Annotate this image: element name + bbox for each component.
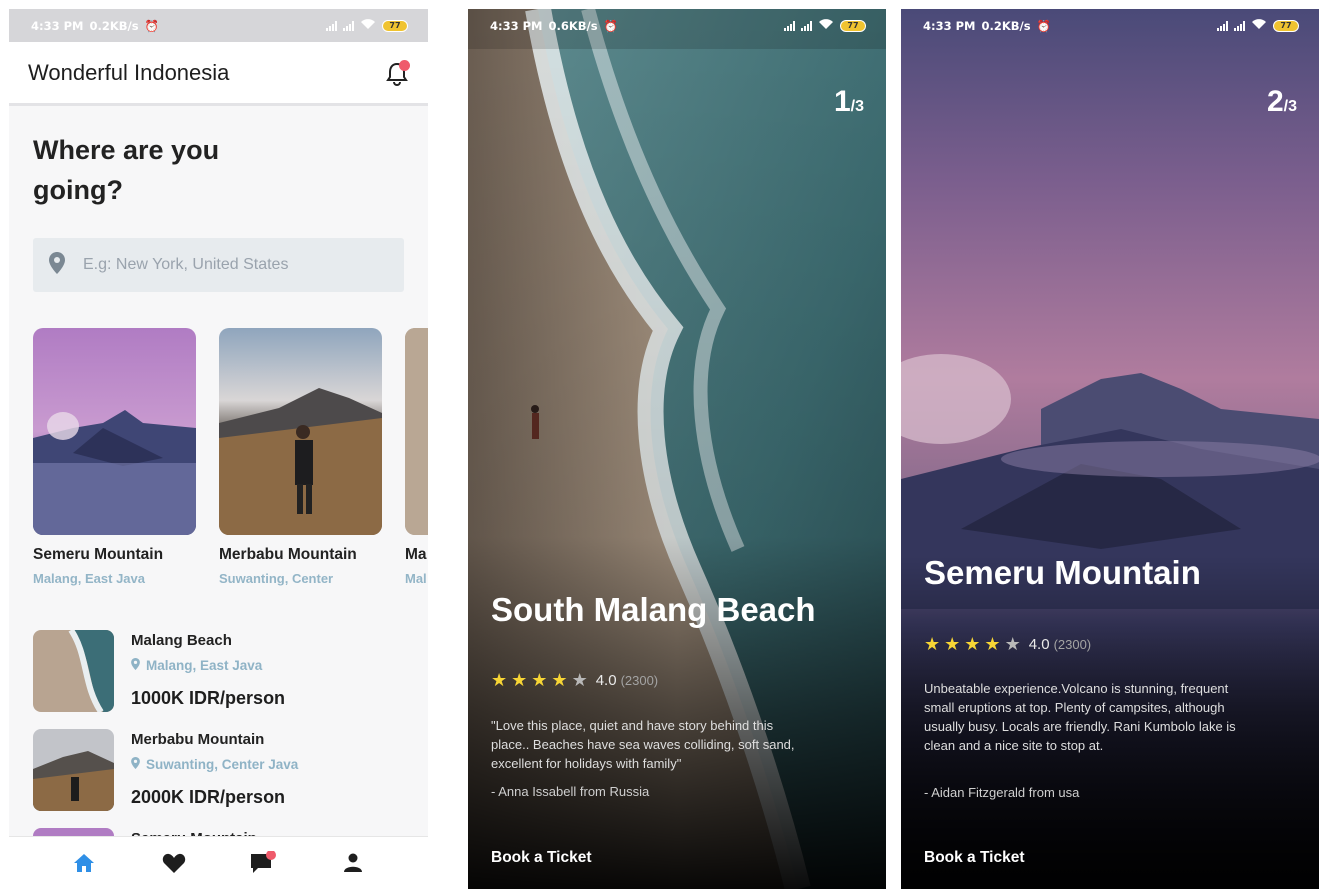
list-item[interactable]: Malang Beach Malang, East Java 1000K IDR…	[33, 630, 413, 729]
card-title: Merbabu Mountain	[219, 546, 357, 563]
destination-card[interactable]: Merbabu Mountain Suwanting, Center	[219, 328, 382, 586]
rating-count: (2300)	[1053, 636, 1092, 652]
page-headline: Where are you going?	[33, 135, 220, 205]
app-title: Wonderful Indonesia	[28, 59, 230, 85]
wifi-icon	[818, 18, 834, 33]
notification-bell-icon[interactable]	[386, 59, 410, 86]
card-location: Suwanting, Center	[219, 571, 334, 586]
card-title: Ma	[405, 546, 427, 563]
star-icon: ★	[571, 670, 588, 690]
star-icon: ★	[531, 670, 548, 690]
notification-dot	[399, 59, 410, 71]
battery-icon: 77	[840, 19, 866, 32]
list-item-price: 1000K IDR/person	[131, 688, 286, 708]
signal-icon	[326, 20, 337, 31]
status-speed: 0.6KB/s	[548, 18, 598, 33]
location-pin-icon	[131, 757, 140, 772]
page-indicator: 1/3	[834, 85, 864, 119]
home-icon[interactable]	[69, 848, 99, 878]
signal-icon-2	[801, 20, 812, 31]
status-speed: 0.2KB/s	[981, 18, 1031, 33]
list-item-title: Malang Beach	[131, 632, 232, 649]
star-icon: ★	[491, 670, 508, 690]
destination-card[interactable]: Ma Mal	[405, 328, 428, 586]
alarm-icon: ⏰	[144, 18, 159, 33]
search-input[interactable]	[83, 256, 383, 274]
status-time: 4:33 PM	[490, 18, 543, 33]
review-author: - Anna Issabell from Russia	[491, 784, 650, 799]
card-location: Malang, East Java	[33, 571, 145, 586]
destination-title: South Malang Beach	[491, 591, 816, 628]
status-bar: 4:33 PM 0.2KB/s ⏰ 77	[9, 9, 428, 42]
status-time: 4:33 PM	[31, 18, 84, 33]
page-current: 1	[833, 85, 851, 118]
detail-screen-beach: 4:33 PM 0.6KB/s ⏰ 77 1/3 South Malang Be…	[468, 9, 886, 889]
wifi-icon	[1251, 18, 1267, 33]
heart-icon[interactable]	[159, 848, 189, 878]
card-image-merbabu	[219, 328, 382, 535]
card-image-beach	[405, 328, 428, 535]
signal-icon	[784, 20, 795, 31]
list-item-location-text: Malang, East Java	[146, 658, 263, 673]
status-bar: 4:33 PM 0.6KB/s ⏰ 77	[468, 9, 886, 42]
review-text: "Love this place, quiet and have story b…	[491, 718, 795, 771]
page-current: 2	[1266, 85, 1284, 118]
chat-icon[interactable]	[248, 848, 278, 878]
bottom-navigation	[9, 836, 428, 889]
mountain-background-image	[901, 9, 1319, 889]
signal-icon	[1217, 20, 1228, 31]
list-item-price: 2000K IDR/person	[131, 787, 286, 807]
list-item[interactable]: Merbabu Mountain Suwanting, Center Java …	[33, 729, 413, 828]
app-bar: Wonderful Indonesia	[9, 42, 428, 106]
signal-icon-2	[343, 20, 354, 31]
book-ticket-button[interactable]: Book a Ticket	[924, 849, 1025, 867]
signal-icon-2	[1234, 20, 1245, 31]
search-bar[interactable]	[33, 238, 404, 292]
page-indicator: 2/3	[1267, 85, 1297, 119]
review-author: - Aidan Fitzgerald from usa	[924, 785, 1080, 800]
destination-carousel[interactable]: Semeru Mountain Malang, East Java Merbab…	[33, 328, 428, 598]
star-icon: ★	[964, 634, 981, 654]
rating: ★ ★ ★ ★ ★ 4.0 (2300)	[924, 635, 1091, 653]
rating: ★ ★ ★ ★ ★ 4.0 (2300)	[491, 671, 658, 689]
list-item-location-text: Suwanting, Center Java	[146, 757, 299, 772]
alarm-icon: ⏰	[603, 18, 618, 33]
page-total: /3	[1283, 98, 1297, 115]
home-screen: 4:33 PM 0.2KB/s ⏰ 77 Wonderful Indonesia…	[9, 9, 428, 889]
list-image-beach	[33, 630, 114, 712]
profile-icon[interactable]	[338, 848, 368, 878]
rating-score: 4.0	[1028, 635, 1050, 653]
list-item-title: Merbabu Mountain	[131, 731, 265, 748]
detail-screen-mountain: 4:33 PM 0.2KB/s ⏰ 77 2/3 Semeru Mountain…	[901, 9, 1319, 889]
card-location: Mal	[405, 571, 427, 586]
status-time: 4:33 PM	[923, 18, 976, 33]
review-text: Unbeatable experience.Volcano is stunnin…	[924, 681, 1236, 753]
rating-score: 4.0	[595, 671, 617, 689]
wifi-icon	[360, 18, 376, 33]
list-item-location: Suwanting, Center Java	[131, 757, 298, 772]
star-icon: ★	[944, 634, 961, 654]
rating-count: (2300)	[620, 672, 659, 688]
page-total: /3	[850, 98, 864, 115]
destination-title: Semeru Mountain	[924, 554, 1201, 591]
status-bar: 4:33 PM 0.2KB/s ⏰ 77	[901, 9, 1319, 42]
list-image-merbabu	[33, 729, 114, 811]
list-item-location: Malang, East Java	[131, 658, 262, 673]
status-speed: 0.2KB/s	[89, 18, 139, 33]
alarm-icon: ⏰	[1036, 18, 1051, 33]
battery-icon: 77	[1273, 19, 1299, 32]
location-pin-icon	[131, 658, 140, 673]
card-image-semeru	[33, 328, 196, 535]
star-icon: ★	[1004, 634, 1021, 654]
destination-card[interactable]: Semeru Mountain Malang, East Java	[33, 328, 196, 586]
card-title: Semeru Mountain	[33, 546, 164, 563]
star-icon: ★	[511, 670, 528, 690]
book-ticket-button[interactable]: Book a Ticket	[491, 849, 592, 867]
star-icon: ★	[984, 634, 1001, 654]
battery-icon: 77	[382, 19, 408, 32]
location-pin-icon	[49, 252, 65, 278]
star-icon: ★	[924, 634, 941, 654]
star-icon: ★	[551, 670, 568, 690]
